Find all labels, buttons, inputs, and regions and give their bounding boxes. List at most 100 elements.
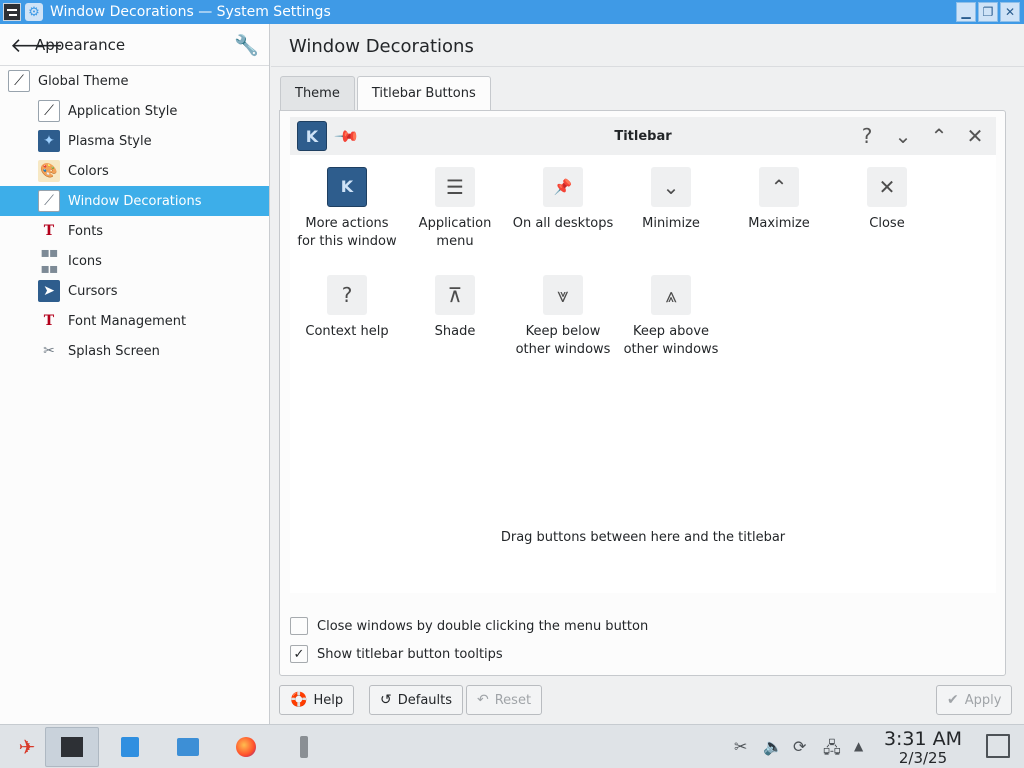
window-titlebar[interactable]: ⚙ Window Decorations — System Settings ▁… xyxy=(0,0,1024,24)
scissors-icon[interactable]: ✂ xyxy=(734,737,747,756)
button-label: Context help xyxy=(305,324,389,339)
button-on-all-desktops[interactable]: 📌 On all desktops xyxy=(509,167,617,233)
kde-menu-icon[interactable]: K xyxy=(297,121,327,151)
wrench-icon[interactable]: 🔧 xyxy=(234,33,259,57)
close-window-button[interactable]: ✕ xyxy=(1000,2,1020,22)
chevron-down-icon[interactable]: ⌄ xyxy=(892,124,914,148)
button-label: for this window xyxy=(297,234,397,249)
apply-button-label: Apply xyxy=(964,692,1002,708)
button-keep-above[interactable]: ⩓ Keep above other windows xyxy=(617,275,725,359)
tray-expand-icon[interactable]: ▲ xyxy=(854,739,863,753)
sidebar-item-fonts[interactable]: T Fonts xyxy=(0,216,269,246)
task-firefox[interactable] xyxy=(219,727,273,767)
sidebar-item-icons[interactable]: ▪▪ ▪▪ Icons xyxy=(0,245,269,277)
task-file-manager[interactable] xyxy=(161,727,215,767)
terminal-app-icon[interactable] xyxy=(3,3,21,21)
task-text-editor[interactable] xyxy=(277,727,331,767)
button-more-actions[interactable]: K More actions for this window xyxy=(293,167,401,251)
close-double-click-checkbox[interactable] xyxy=(290,617,308,635)
tab-theme[interactable]: Theme xyxy=(280,76,355,110)
sidebar-item-global-theme[interactable]: ⟋ Global Theme xyxy=(0,66,269,96)
double-chevron-up-icon: ⩓ xyxy=(651,275,691,315)
system-settings-icon: ⚙ xyxy=(25,3,43,21)
button-label: Application xyxy=(418,216,492,231)
reset-button[interactable]: ↶ Reset xyxy=(466,685,543,715)
sidebar-item-splash-screen[interactable]: ✂ Splash Screen xyxy=(0,336,269,366)
colors-icon: 🎨 xyxy=(38,160,60,182)
double-chevron-down-icon: ⩔ xyxy=(543,275,583,315)
help-question-icon: ? xyxy=(327,275,367,315)
updates-icon[interactable]: ⟳ xyxy=(793,737,806,756)
close-icon[interactable]: ✕ xyxy=(964,124,986,148)
sidebar-item-colors[interactable]: 🎨 Colors xyxy=(0,156,269,186)
firefox-icon xyxy=(236,737,256,757)
apply-button[interactable]: ✔ Apply xyxy=(936,685,1013,715)
close-icon: ✕ xyxy=(867,167,907,207)
task-discover-store[interactable] xyxy=(103,727,157,767)
shade-icon: ⊼ xyxy=(435,275,475,315)
cursors-icon: ➤ xyxy=(38,280,60,302)
button-keep-below[interactable]: ⩔ Keep below other windows xyxy=(509,275,617,359)
pin-icon: 📌 xyxy=(543,167,583,207)
global-theme-icon: ⟋ xyxy=(8,70,30,92)
button-label: Keep below xyxy=(525,324,601,339)
sidebar-item-plasma-style[interactable]: ✦ Plasma Style xyxy=(0,126,269,156)
defaults-button[interactable]: ↺ Defaults xyxy=(369,685,464,715)
show-desktop-button[interactable] xyxy=(986,734,1010,758)
sidebar-category-title: Appearance xyxy=(35,35,126,54)
sidebar-item-cursors[interactable]: ➤ Cursors xyxy=(0,276,269,306)
clock[interactable]: 3:31 AM 2/3/25 xyxy=(880,728,966,767)
show-tooltips-label: Show titlebar button tooltips xyxy=(317,646,503,662)
sidebar-header: 🡐 Appearance 🔧 xyxy=(0,24,269,66)
main-content: Window Decorations Theme Titlebar Button… xyxy=(271,24,1024,724)
minimize-window-button[interactable]: ▁ xyxy=(956,2,976,22)
button-maximize[interactable]: ⌃ Maximize xyxy=(725,167,833,233)
sidebar-item-label: Colors xyxy=(68,163,109,179)
application-style-icon: ⟋ xyxy=(38,100,60,122)
drag-hint-text: Drag buttons between here and the titleb… xyxy=(500,530,786,545)
store-icon xyxy=(121,737,139,757)
tab-bar: Theme Titlebar Buttons xyxy=(280,76,491,110)
button-label: Shade xyxy=(434,324,476,339)
button-close[interactable]: ✕ Close xyxy=(833,167,941,233)
sidebar-item-font-management[interactable]: T Font Management xyxy=(0,306,269,336)
button-label: Minimize xyxy=(642,216,700,231)
button-application-menu[interactable]: ☰ Application menu xyxy=(401,167,509,251)
button-minimize[interactable]: ⌄ Minimize xyxy=(617,167,725,233)
sidebar-item-application-style[interactable]: ⟋ Application Style xyxy=(0,96,269,126)
button-context-help[interactable]: ? Context help xyxy=(293,275,401,341)
sidebar-item-window-decorations[interactable]: ⟋ Window Decorations xyxy=(0,186,269,216)
volume-icon[interactable]: 🔈 xyxy=(763,737,783,756)
sidebar-item-label: Application Style xyxy=(68,103,178,119)
icons-icon: ▪▪ ▪▪ xyxy=(40,245,59,277)
titlebar-preview-right-buttons: ? ⌄ ⌃ ✕ xyxy=(856,124,986,148)
help-question-icon[interactable]: ? xyxy=(856,124,878,148)
close-double-click-option[interactable]: Close windows by double clicking the men… xyxy=(290,617,648,635)
sidebar: 🡐 Appearance 🔧 ⟋ Global Theme ⟋ Applicat… xyxy=(0,24,270,724)
maximize-window-button[interactable]: ❐ xyxy=(978,2,998,22)
available-buttons-area[interactable]: K More actions for this window ☰ Applica… xyxy=(290,155,996,593)
sidebar-item-label: Cursors xyxy=(68,283,118,299)
chevron-up-icon[interactable]: ⌃ xyxy=(928,124,950,148)
task-terminal[interactable] xyxy=(45,727,99,767)
titlebar-preview[interactable]: Titlebar K 📌 ? ⌄ ⌃ ✕ xyxy=(290,117,996,155)
pin-icon[interactable]: 📌 xyxy=(333,122,361,150)
button-label: menu xyxy=(436,234,474,249)
header-divider xyxy=(271,66,1024,67)
help-button[interactable]: 🛟 Help xyxy=(279,685,355,715)
clock-time: 3:31 AM xyxy=(883,728,963,750)
tab-titlebar-buttons[interactable]: Titlebar Buttons xyxy=(356,76,491,110)
button-label: More actions xyxy=(305,216,389,231)
kde-menu-icon: K xyxy=(327,167,367,207)
plasma-style-icon: ✦ xyxy=(38,130,60,152)
button-shade[interactable]: ⊼ Shade xyxy=(401,275,509,341)
button-label: Maximize xyxy=(748,216,810,231)
back-arrow-icon[interactable]: 🡐 xyxy=(10,33,64,57)
chevron-down-icon: ⌄ xyxy=(651,167,691,207)
fonts-icon: T xyxy=(43,223,55,239)
button-label: On all desktops xyxy=(512,216,614,231)
folder-icon xyxy=(177,738,199,756)
show-tooltips-option[interactable]: ✓ Show titlebar button tooltips xyxy=(290,645,503,663)
show-tooltips-checkbox[interactable]: ✓ xyxy=(290,645,308,663)
network-icon[interactable]: 🖧 xyxy=(823,737,841,764)
